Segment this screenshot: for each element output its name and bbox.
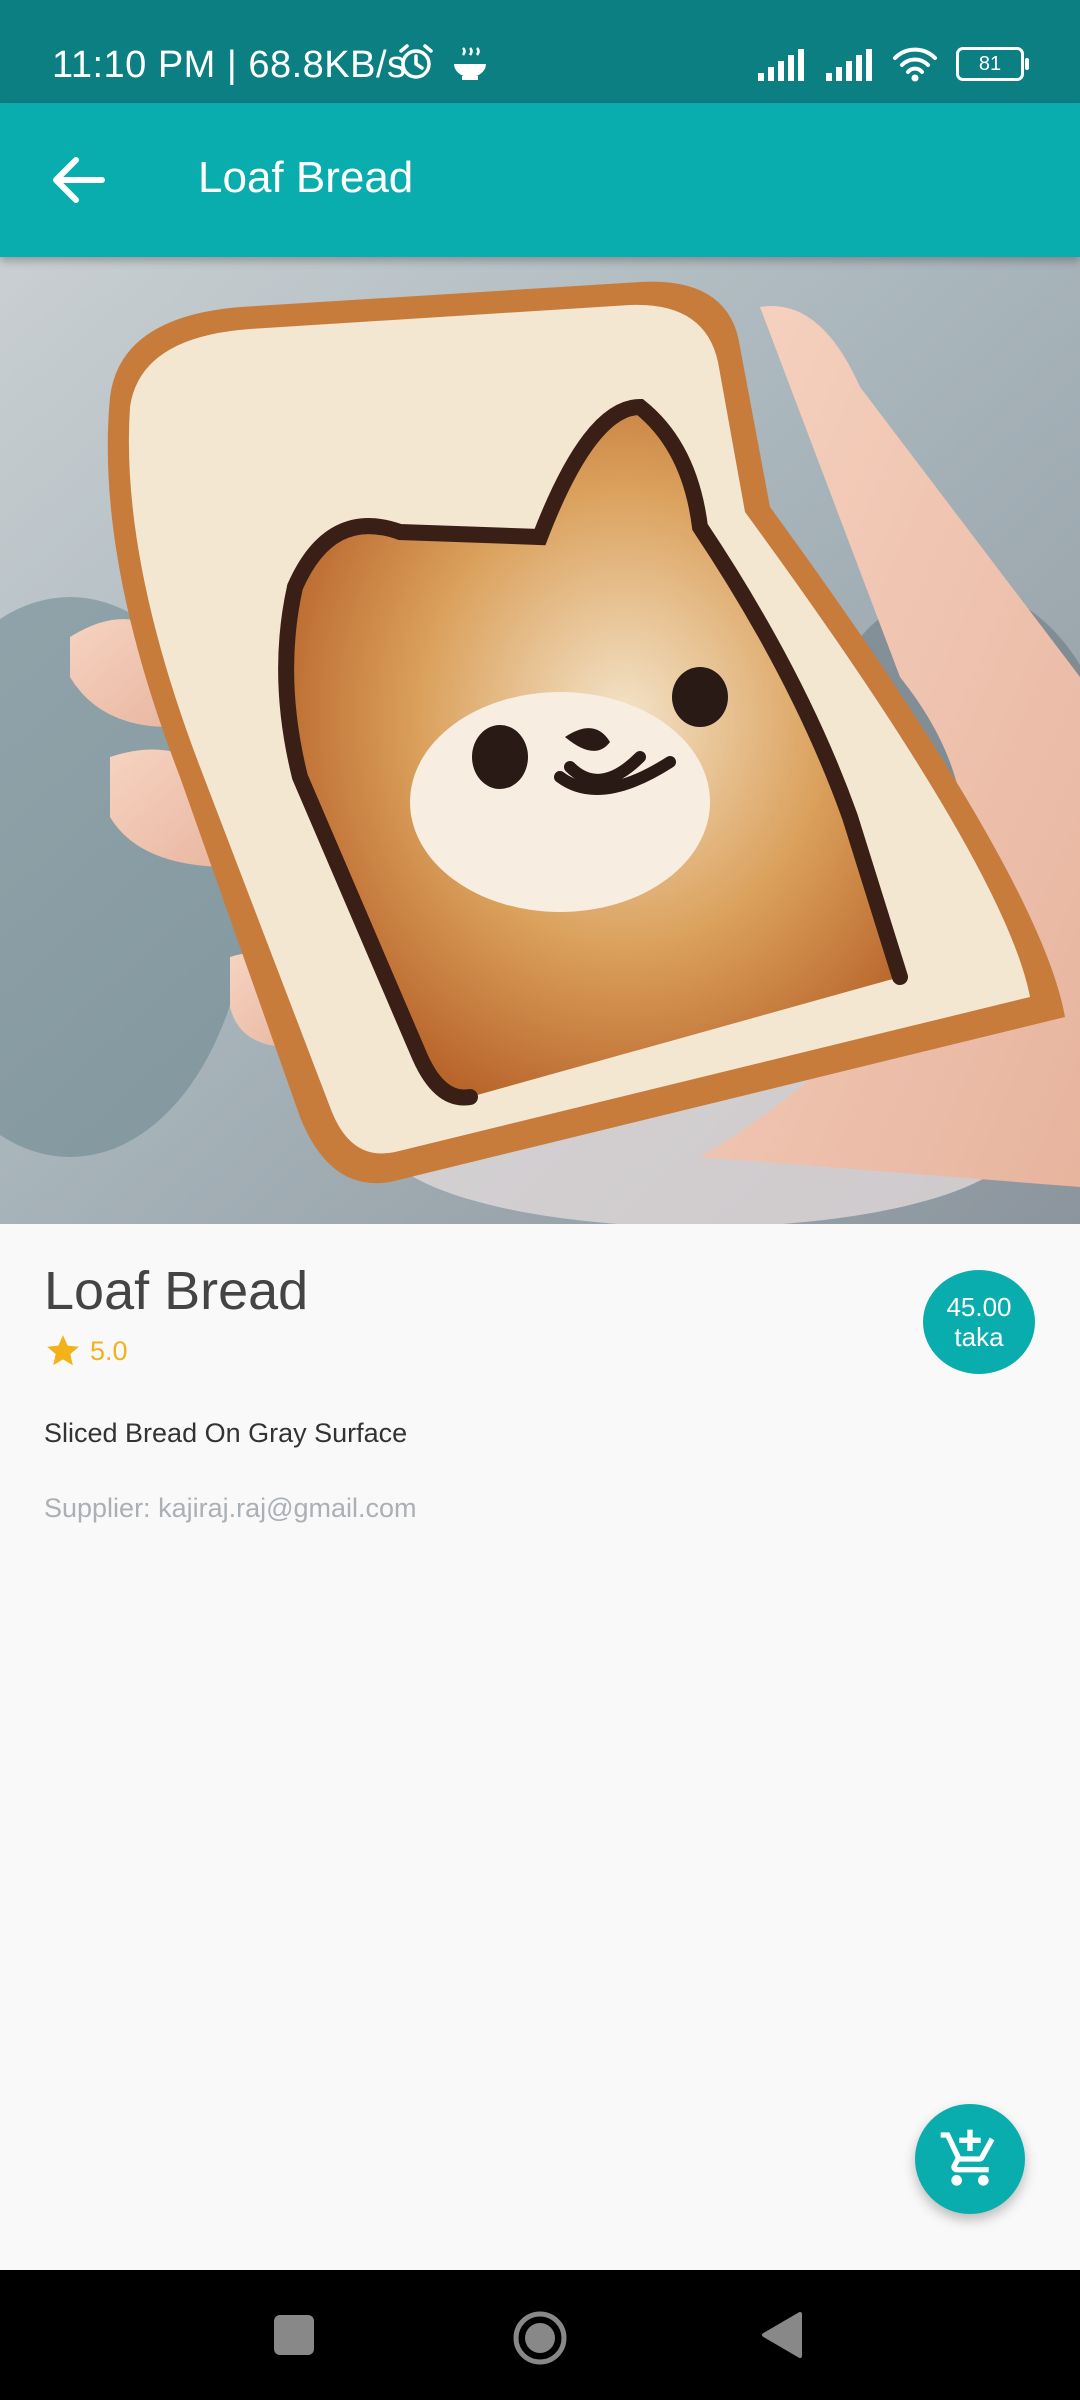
app-bar: Loaf Bread [0,103,1080,257]
recents-button[interactable] [273,2310,315,2365]
system-nav-bar [0,2270,1080,2400]
wifi-icon [893,47,937,82]
add-to-cart-icon [940,2129,995,2186]
alarm-icon [399,44,433,79]
nav-back-button[interactable] [760,2310,804,2365]
product-image [0,257,1080,1224]
signal-icon [826,49,872,81]
price-badge: 45.00 taka [923,1270,1035,1374]
steam-bowl-icon [454,47,486,80]
status-bar: 11:10 PM | 68.8KB/s 81 [0,0,1080,103]
product-name: Loaf Bread [44,1261,309,1321]
battery-icon: 81 [956,47,1029,81]
status-system-icons: 81 [756,46,1029,82]
home-button[interactable] [512,2310,568,2371]
price-unit: taka [954,1322,1004,1352]
status-notification-icons [396,42,490,82]
page-title: Loaf Bread [198,153,414,202]
signal-icon [758,49,804,81]
home-icon [513,2311,567,2365]
recents-icon [274,2315,314,2355]
star-icon [47,1335,79,1366]
arrow-back-icon [53,157,105,203]
battery-level: 81 [978,53,1002,75]
add-to-cart-button[interactable] [915,2104,1025,2214]
price-amount: 45.00 [946,1292,1012,1322]
rating-value: 5.0 [90,1335,128,1366]
status-time: 11:10 PM | 68.8KB/s [52,44,407,86]
product-description: Sliced Bread On Gray Surface [44,1418,408,1448]
back-button[interactable] [40,148,116,212]
product-supplier: Supplier: kajiraj.raj@gmail.com [44,1493,417,1523]
product-rating: 5.0 [44,1332,128,1370]
back-icon [762,2312,802,2358]
